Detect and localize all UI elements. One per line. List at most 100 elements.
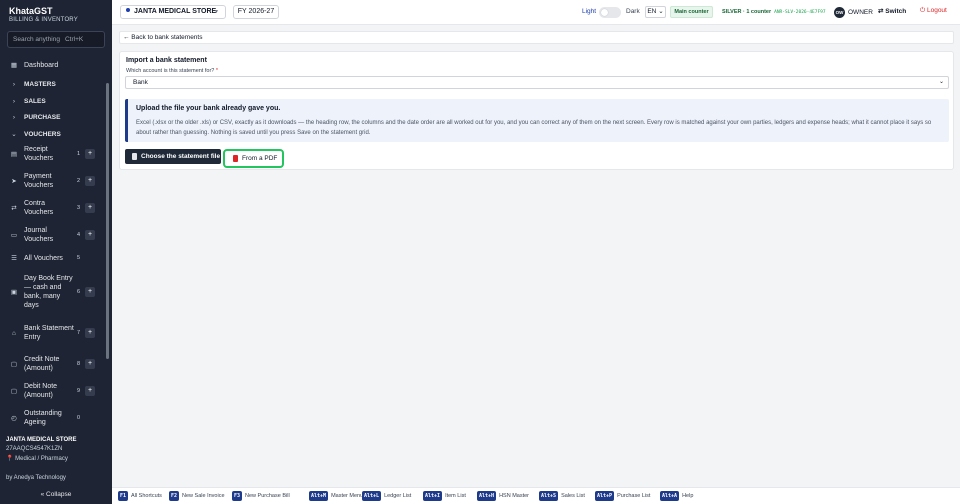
store-selector[interactable]: JANTA MEDICAL STORE ▼ [120, 5, 226, 19]
sidebar-item-label: VOUCHERS [24, 130, 61, 138]
counter-badge[interactable]: Main counter [670, 6, 713, 18]
shortcut-item[interactable]: F1 All Shortcuts [118, 491, 162, 501]
upload-info-box: Upload the file your bank already gave y… [125, 99, 949, 142]
sidebar-item[interactable]: ▢ Credit Note (Amount) 8 + [0, 353, 104, 375]
sidebar-nav: ▦ Dashboard › MASTERS › SALES › PURCHASE ⌄ VOUCHE… [0, 57, 104, 431]
shortcut-label: New Sale Invoice [182, 493, 225, 499]
sidebar-item[interactable]: ◴ Outstanding Ageing 0 [0, 407, 104, 429]
shortcut-item[interactable]: F2 New Sale Invoice [169, 491, 225, 501]
from-pdf-button[interactable]: From a PDF [223, 149, 284, 168]
plus-icon[interactable]: + [85, 386, 95, 396]
sidebar-item[interactable]: ☰ All Vouchers 5 [0, 251, 104, 265]
shortcut-key: F1 [118, 491, 129, 501]
search-placeholder: Search anything [13, 36, 60, 43]
sidebar-item-shortcut: 3 [77, 205, 81, 211]
collapse-button[interactable]: « Collapse [0, 491, 112, 498]
company-type: 📍 Medical / Pharmacy [6, 455, 106, 462]
choose-file-button[interactable]: Choose the statement file [125, 149, 221, 164]
page-title: Import a bank statement [126, 57, 207, 64]
switch-icon: ⇄ [878, 8, 884, 15]
sidebar-item[interactable]: ⌂ Bank Statement Entry 7 + [0, 318, 104, 348]
sidebar-item-shortcut: 7 [77, 330, 81, 336]
toggle-knob [601, 9, 608, 16]
plus-icon[interactable]: + [85, 149, 95, 159]
logout-button[interactable]: ⏻ Logout [920, 7, 947, 15]
sidebar-item-label: Dashboard [24, 61, 59, 69]
plus-icon[interactable]: + [85, 287, 95, 297]
sidebar-item-label: Bank Statement Entry [24, 325, 74, 341]
plus-icon[interactable]: + [85, 176, 95, 186]
shortcut-label: Item List [445, 493, 466, 499]
language-select[interactable]: EN ⌄ [645, 6, 666, 18]
shortcut-key: F3 [232, 491, 243, 501]
sidebar-item[interactable]: ▦ Dashboard [0, 57, 104, 73]
upload-info-body: Excel (.xlsx or the older .xls) or CSV, … [136, 120, 932, 136]
brand[interactable]: KhataGST BILLING & INVENTORY [9, 6, 78, 23]
sidebar-item-label: MASTERS [24, 80, 56, 88]
chevron-down-icon: ⌄ [11, 131, 17, 138]
sidebar-item-label: Contra Vouchers [24, 200, 54, 216]
plus-icon[interactable]: + [85, 203, 95, 213]
shortcut-key: Alt+M [309, 491, 329, 501]
sidebar-item[interactable]: › MASTERS [0, 77, 104, 91]
sidebar-item-label: Debit Note (Amount) [24, 383, 58, 399]
language-value: EN [647, 8, 657, 15]
upload-info-title: Upload the file your bank already gave y… [136, 105, 281, 112]
clock-icon: ◴ [11, 415, 17, 422]
sidebar-item[interactable]: ➤ Payment Vouchers 2 + [0, 170, 104, 192]
grid-icon: ▦ [10, 62, 18, 69]
account-select[interactable]: Bank ⌄ [125, 76, 949, 89]
shortcut-item[interactable]: Alt+H HSN Master [477, 491, 529, 501]
shortcut-item[interactable]: Alt+P Purchase List [595, 491, 650, 501]
required-marker: * [215, 68, 219, 74]
license-code: ANR-SLV-2026-4E7F97 [774, 10, 826, 15]
sidebar-item[interactable]: › SALES [0, 94, 104, 108]
fy-selector[interactable]: FY 2026-27 [233, 5, 279, 19]
sidebar-item[interactable]: ▣ Day Book Entry — cash and bank, many da… [0, 272, 104, 312]
shortcut-item[interactable]: Alt+S Sales List [539, 491, 585, 501]
sidebar-item[interactable]: ▢ Debit Note (Amount) 9 + [0, 380, 104, 402]
topbar: JANTA MEDICAL STORE ▼ FY 2026-27 Light D… [112, 0, 960, 25]
theme-light-label[interactable]: Light [582, 8, 596, 15]
back-link[interactable]: ← Back to bank statements [119, 31, 954, 44]
sidebar-item-label: PURCHASE [24, 113, 61, 121]
search-input[interactable]: Search anything Ctrl+K [7, 31, 105, 48]
sidebar-item[interactable]: ⇄ Contra Vouchers 3 + [0, 197, 104, 219]
sidebar-item[interactable]: › PURCHASE [0, 110, 104, 124]
sidebar-item-shortcut: 0 [77, 415, 81, 421]
theme-toggle[interactable] [599, 7, 621, 18]
account-label: Which account is this statement for? * [126, 68, 218, 74]
chevron-right-icon: › [12, 80, 16, 88]
shortcut-item[interactable]: F3 New Purchase Bill [232, 491, 290, 501]
shortcut-key: Alt+P [595, 491, 615, 501]
plus-icon[interactable]: + [85, 230, 95, 240]
shortcut-key: Alt+S [539, 491, 559, 501]
sidebar-item-label: SALES [24, 97, 46, 105]
switch-button[interactable]: ⇄ Switch [878, 7, 906, 15]
sidebar-item-label: All Vouchers [24, 254, 63, 262]
sidebar-scrollbar-thumb[interactable] [106, 83, 109, 359]
shortcut-label: New Purchase Bill [245, 493, 290, 499]
theme-dark-label[interactable]: Dark [626, 8, 640, 15]
shortcut-item[interactable]: Alt+M Master Menu [309, 491, 363, 501]
pdf-icon [233, 155, 238, 162]
plus-icon[interactable]: + [85, 328, 95, 338]
shortcut-item[interactable]: Alt+A Help [660, 491, 693, 501]
sidebar-item[interactable]: ⌄ VOUCHERS [0, 127, 104, 141]
sidebar-item-label: Credit Note (Amount) [24, 356, 60, 372]
shortcut-key: F2 [169, 491, 180, 501]
shortcut-item[interactable]: Alt+L Ledger List [362, 491, 411, 501]
account-value: Bank [133, 79, 148, 86]
chevron-right-icon: › [12, 113, 16, 121]
sidebar-item[interactable]: ▭ Journal Vouchers 4 + [0, 224, 104, 246]
choose-file-label: Choose the statement file [141, 153, 221, 160]
sidebar-item-shortcut: 5 [77, 255, 81, 261]
avatar[interactable]: OW [834, 7, 845, 18]
plus-icon[interactable]: + [85, 359, 95, 369]
receipt-icon: ▤ [10, 151, 18, 158]
shortcut-item[interactable]: Alt+I Item List [423, 491, 466, 501]
sidebar-item[interactable]: ▤ Receipt Vouchers 1 + [0, 143, 104, 165]
sidebar-item-shortcut: 6 [77, 289, 81, 295]
chevron-right-icon: › [12, 97, 16, 105]
user-role: OWNER [848, 9, 873, 16]
